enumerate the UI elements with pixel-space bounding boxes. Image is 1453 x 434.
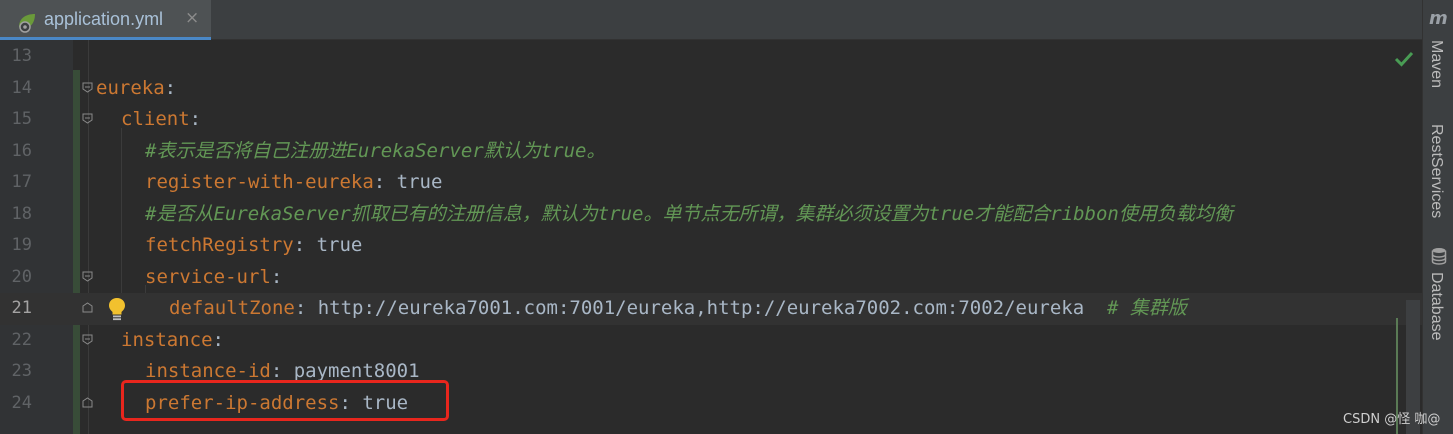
fold-minus-icon[interactable]: [82, 334, 93, 345]
line-number: 13: [11, 46, 32, 66]
line-number: 17: [11, 172, 32, 192]
code-text: eureka:: [96, 73, 176, 105]
line-number: 21: [11, 298, 32, 318]
tool-window-maven[interactable]: Maven: [1427, 40, 1445, 88]
yaml-key: instance: [121, 328, 213, 351]
fold-minus-icon[interactable]: [82, 82, 93, 93]
code-text: fetchRegistry: true: [145, 230, 362, 262]
tool-window-restservices[interactable]: RestServices: [1427, 124, 1445, 218]
yaml-colon: :: [294, 297, 307, 319]
yaml-value: payment8001: [282, 360, 420, 382]
yaml-key: defaultZone: [169, 297, 295, 319]
code-line[interactable]: 15 client:: [0, 104, 1422, 136]
yaml-colon: :: [373, 171, 386, 193]
yaml-comment: # 集群版: [1107, 297, 1187, 319]
inspection-ok-check-icon: [1394, 51, 1414, 67]
yaml-colon: :: [270, 265, 283, 288]
code-line[interactable]: 13: [0, 41, 1422, 73]
code-text: register-with-eureka: true: [145, 167, 442, 199]
line-number: 23: [11, 361, 32, 381]
yaml-key: fetchRegistry: [145, 234, 294, 256]
code-line-current[interactable]: 21 defaultZone: http://eureka7001.com:70…: [0, 293, 1422, 325]
tool-window-database[interactable]: Database: [1427, 272, 1445, 341]
code-text: service-url:: [145, 262, 282, 294]
fold-minus-icon[interactable]: [82, 271, 93, 282]
yaml-colon: :: [293, 234, 306, 256]
editor-tab-bar: application.yml ×: [0, 0, 1422, 40]
code-text: instance:: [121, 325, 224, 357]
yaml-colon: :: [270, 360, 283, 382]
line-number: 15: [11, 109, 32, 129]
yaml-colon: :: [339, 391, 351, 414]
code-line[interactable]: 24 prefer-ip-address: true: [0, 388, 1422, 420]
line-number: 18: [11, 203, 32, 224]
yaml-value: true: [305, 234, 363, 256]
database-icon[interactable]: [1431, 247, 1447, 265]
yaml-value: true: [350, 391, 409, 414]
tab-label: application.yml: [44, 9, 164, 29]
yaml-comment: #表示是否将自己注册进EurekaServer默认为true。: [145, 139, 606, 162]
line-number: 14: [11, 77, 32, 98]
code-line[interactable]: 20 service-url:: [0, 262, 1422, 294]
fold-minus-icon[interactable]: [82, 113, 93, 124]
code-text: prefer-ip-address: true: [145, 388, 408, 420]
line-number: 22: [11, 329, 32, 350]
lightbulb-icon[interactable]: [107, 296, 127, 322]
yaml-colon: :: [164, 76, 177, 99]
tab-close-icon[interactable]: ×: [185, 8, 199, 28]
yaml-key: client: [121, 108, 190, 130]
line-number: 16: [11, 140, 32, 161]
yaml-key: service-url: [145, 265, 271, 288]
code-text: defaultZone: http://eureka7001.com:7001/…: [169, 293, 1187, 325]
yaml-colon: :: [212, 328, 224, 351]
yaml-colon: :: [189, 108, 202, 130]
yaml-comment: #是否从EurekaServer抓取已有的注册信息，默认为true。单节点无所谓…: [145, 202, 1233, 225]
code-line[interactable]: 17 register-with-eureka: true: [0, 167, 1422, 199]
yaml-value: true: [385, 171, 443, 193]
code-editor[interactable]: 13 14 eureka: 15 client: 16 #表示是否将自己注册进E…: [0, 40, 1422, 434]
yaml-key: register-with-eureka: [145, 171, 374, 193]
code-line[interactable]: 22 instance:: [0, 325, 1422, 357]
yaml-key: instance-id: [145, 360, 271, 382]
line-number: 24: [11, 392, 32, 413]
fold-end-icon[interactable]: [82, 302, 93, 313]
right-tool-sidebar: m Maven RestServices Database: [1422, 0, 1453, 434]
code-line[interactable]: 16 #表示是否将自己注册进EurekaServer默认为true。: [0, 136, 1422, 168]
code-line[interactable]: 18 #是否从EurekaServer抓取已有的注册信息，默认为true。单节点…: [0, 199, 1422, 231]
code-line[interactable]: 19 fetchRegistry: true: [0, 230, 1422, 262]
code-line[interactable]: 14 eureka:: [0, 73, 1422, 105]
code-text: client:: [121, 104, 201, 136]
spring-leaf-icon: [19, 14, 35, 33]
code-text: instance-id: payment8001: [145, 356, 420, 388]
yaml-value: http://eureka7001.com:7001/eureka,http:/…: [306, 297, 1108, 319]
line-number: 19: [11, 235, 32, 255]
yaml-key: prefer-ip-address: [145, 391, 340, 414]
code-line[interactable]: 23 instance-id: payment8001: [0, 356, 1422, 388]
maven-m-icon[interactable]: m: [1429, 8, 1448, 29]
yaml-key: eureka: [96, 76, 165, 99]
watermark-text: CSDN @怪 咖@: [1343, 412, 1441, 427]
line-number: 20: [11, 266, 32, 287]
tab-application-yml[interactable]: application.yml ×: [0, 0, 211, 40]
fold-end-icon[interactable]: [82, 396, 93, 408]
